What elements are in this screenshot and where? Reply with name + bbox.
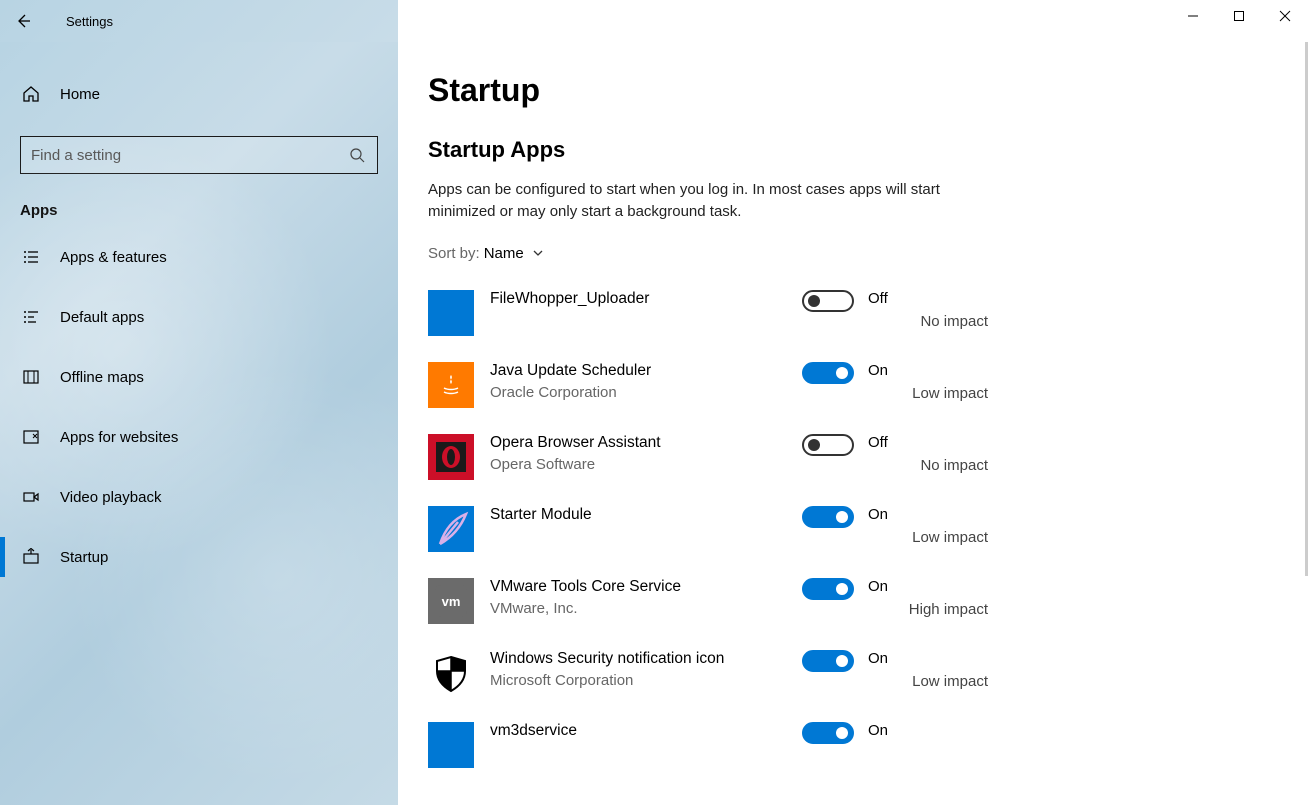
- impact-label: No impact: [868, 457, 988, 474]
- startup-app-row: Starter Module On Low impact: [428, 500, 988, 572]
- app-icon: [428, 722, 474, 768]
- sort-label: Sort by:: [428, 245, 480, 262]
- app-icon: vm: [428, 578, 474, 624]
- app-publisher: Opera Software: [490, 456, 802, 473]
- impact-label: Low impact: [868, 529, 988, 546]
- maximize-icon: [1233, 10, 1245, 22]
- toggle-state-label: On: [868, 578, 988, 595]
- startup-toggle[interactable]: [802, 434, 854, 456]
- app-name: Starter Module: [490, 506, 802, 524]
- nav-item-label: Apps & features: [60, 249, 167, 266]
- window-controls: [1170, 0, 1308, 32]
- startup-app-row: FileWhopper_Uploader Off No impact: [428, 284, 988, 356]
- app-name: Java Update Scheduler: [490, 362, 802, 380]
- app-icon: [428, 650, 474, 696]
- app-icon: [428, 290, 474, 336]
- page-title: Startup: [428, 72, 1308, 109]
- app-publisher: VMware, Inc.: [490, 600, 802, 617]
- startup-app-row: vm3dservice On: [428, 716, 988, 788]
- sort-dropdown[interactable]: Sort by: Name: [428, 245, 1308, 262]
- search-box[interactable]: [20, 136, 378, 174]
- startup-toggle[interactable]: [802, 290, 854, 312]
- nav-item-label: Default apps: [60, 309, 144, 326]
- startup-toggle[interactable]: [802, 362, 854, 384]
- back-button[interactable]: [0, 0, 46, 42]
- section-description: Apps can be configured to start when you…: [428, 179, 988, 223]
- toggle-state-label: Off: [868, 290, 988, 307]
- toggle-state-label: On: [868, 650, 988, 667]
- app-publisher: Oracle Corporation: [490, 384, 802, 401]
- startup-toggle[interactable]: [802, 722, 854, 744]
- app-icon: [428, 362, 474, 408]
- startup-toggle[interactable]: [802, 650, 854, 672]
- arrow-left-icon: [15, 13, 31, 29]
- app-web-icon: [20, 428, 42, 446]
- minimize-icon: [1187, 10, 1199, 22]
- app-name: vm3dservice: [490, 722, 802, 740]
- nav-item-label: Apps for websites: [60, 429, 178, 446]
- list-icon: [20, 248, 42, 266]
- app-publisher: Microsoft Corporation: [490, 672, 802, 689]
- home-nav[interactable]: Home: [0, 72, 398, 116]
- close-icon: [1279, 10, 1291, 22]
- window-title: Settings: [66, 14, 113, 29]
- content-area: Startup Startup Apps Apps can be configu…: [398, 42, 1308, 805]
- startup-icon: [20, 548, 42, 566]
- svg-text:vm: vm: [442, 594, 461, 609]
- nav-item-apps-features[interactable]: Apps & features: [0, 233, 398, 281]
- startup-app-row: vm VMware Tools Core Service VMware, Inc. O…: [428, 572, 988, 644]
- search-input[interactable]: [31, 147, 347, 164]
- chevron-down-icon: [532, 247, 544, 259]
- impact-label: Low impact: [868, 673, 988, 690]
- startup-toggle[interactable]: [802, 506, 854, 528]
- app-icon: [428, 506, 474, 552]
- defaults-icon: [20, 308, 42, 326]
- app-name: FileWhopper_Uploader: [490, 290, 802, 308]
- nav-item-label: Video playback: [60, 489, 161, 506]
- section-title: Startup Apps: [428, 137, 1308, 163]
- toggle-state-label: Off: [868, 434, 988, 451]
- toggle-state-label: On: [868, 506, 988, 523]
- impact-label: No impact: [868, 313, 988, 330]
- app-icon: [428, 434, 474, 480]
- titlebar: Settings: [0, 0, 1308, 42]
- video-icon: [20, 488, 42, 506]
- nav-item-offline-maps[interactable]: Offline maps: [0, 353, 398, 401]
- startup-app-row: Java Update Scheduler Oracle Corporation O…: [428, 356, 988, 428]
- nav-item-label: Offline maps: [60, 369, 144, 386]
- impact-label: High impact: [868, 601, 988, 618]
- startup-toggle[interactable]: [802, 578, 854, 600]
- home-label: Home: [60, 86, 100, 103]
- nav-item-label: Startup: [60, 549, 108, 566]
- app-name: VMware Tools Core Service: [490, 578, 802, 596]
- category-header: Apps: [20, 202, 378, 219]
- minimize-button[interactable]: [1170, 0, 1216, 32]
- impact-label: Low impact: [868, 385, 988, 402]
- nav-item-default-apps[interactable]: Default apps: [0, 293, 398, 341]
- nav-item-apps-for-websites[interactable]: Apps for websites: [0, 413, 398, 461]
- sort-value: Name: [484, 245, 524, 262]
- sidebar: Home Apps Apps & features Default apps Off…: [0, 42, 398, 805]
- maximize-button[interactable]: [1216, 0, 1262, 32]
- startup-app-row: Opera Browser Assistant Opera Software Off…: [428, 428, 988, 500]
- app-name: Windows Security notification icon: [490, 650, 802, 668]
- nav-item-video-playback[interactable]: Video playback: [0, 473, 398, 521]
- toggle-state-label: On: [868, 362, 988, 379]
- app-name: Opera Browser Assistant: [490, 434, 802, 452]
- map-icon: [20, 368, 42, 386]
- close-button[interactable]: [1262, 0, 1308, 32]
- home-icon: [20, 85, 42, 103]
- startup-app-row: Windows Security notification icon Micros…: [428, 644, 988, 716]
- nav-item-startup[interactable]: Startup: [0, 533, 398, 581]
- toggle-state-label: On: [868, 722, 988, 739]
- search-icon: [347, 147, 367, 163]
